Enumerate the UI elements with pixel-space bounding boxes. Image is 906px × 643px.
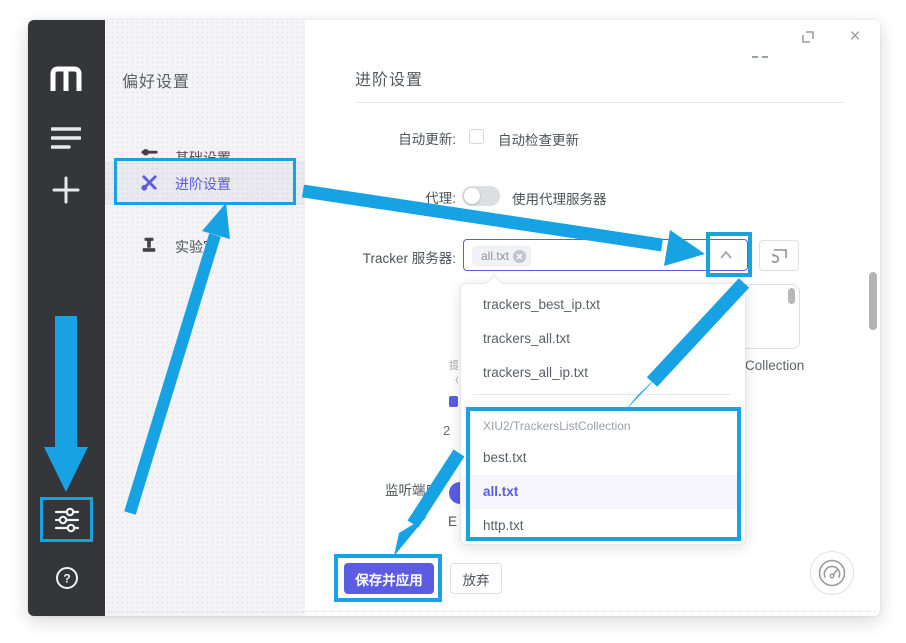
text-fragment-e: E — [448, 514, 457, 529]
settings-sliders-icon[interactable] — [54, 507, 80, 533]
text-fragment: 〈 — [449, 372, 458, 388]
preferences-panel: 偏好设置 基础设置 进阶设置 — [105, 20, 305, 616]
refresh-list-icon — [769, 247, 789, 264]
help-icon[interactable]: ? — [55, 566, 79, 590]
tracker-server-label: Tracker 服务器: — [305, 247, 456, 267]
proxy-toggle[interactable] — [462, 186, 500, 206]
app-sidebar: ? — [28, 20, 105, 616]
dropdown-group-label: XIU2/TrackersListCollection — [483, 412, 631, 440]
listen-port-label: 监听端口 — [385, 479, 439, 499]
speedometer-icon — [818, 559, 846, 587]
text-fragment: 提 — [449, 357, 458, 373]
screenshot-canvas: × ? — [0, 0, 906, 643]
proxy-label: 代理: — [305, 187, 456, 207]
link-fragment — [449, 396, 458, 407]
auto-update-label: 自动更新: — [305, 128, 456, 148]
tag-remove-icon[interactable] — [513, 250, 526, 263]
add-task-icon[interactable] — [52, 176, 80, 204]
save-and-apply-button[interactable]: 保存并应用 — [344, 563, 434, 594]
update-trackers-button[interactable] — [759, 240, 799, 271]
dropdown-option[interactable]: http.txt — [462, 509, 744, 543]
sidebar-item-advanced-settings[interactable]: 进阶设置 — [105, 161, 305, 205]
textarea-scrollbar[interactable] — [788, 288, 795, 304]
auto-update-checkbox-label: 自动检查更新 — [498, 129, 579, 149]
sidebar-item-label: 实验室 — [175, 237, 217, 257]
speed-limit-button[interactable] — [810, 551, 854, 595]
title-divider — [355, 102, 845, 103]
chevron-up-icon[interactable] — [719, 250, 733, 260]
sidebar-item-lab[interactable]: 实验室 — [105, 228, 305, 264]
selected-tag: all.txt — [472, 246, 531, 266]
dropdown-option-selected[interactable]: all.txt — [462, 475, 744, 509]
dropdown-option[interactable]: trackers_all_ip.txt — [462, 356, 744, 390]
auto-update-checkbox[interactable] — [469, 129, 484, 144]
window-bottom-edge — [108, 611, 876, 612]
discard-button[interactable]: 放弃 — [450, 563, 502, 594]
proxy-toggle-label: 使用代理服务器 — [512, 188, 607, 208]
number-fragment: 2 — [443, 423, 450, 438]
page-scrollbar[interactable] — [869, 272, 877, 330]
dropdown-option[interactable]: trackers_all.txt — [462, 322, 744, 356]
advanced-settings-icon — [140, 173, 159, 192]
advanced-settings-page: 进阶设置 自动更新: 自动检查更新 代理: 使用代理服务器 Tracker 服务… — [305, 20, 880, 616]
task-list-icon[interactable] — [51, 125, 81, 151]
svg-text:?: ? — [63, 572, 70, 586]
sidebar-item-label: 进阶设置 — [175, 174, 231, 194]
collection-text-fragment: Collection — [745, 358, 804, 373]
preferences-title: 偏好设置 — [122, 68, 190, 92]
tracker-dropdown: trackers_best_ip.txt trackers_all.txt tr… — [460, 283, 746, 545]
toggle-knob — [464, 188, 480, 204]
dropdown-divider — [473, 394, 731, 395]
page-title: 进阶设置 — [355, 66, 423, 90]
dropdown-option[interactable]: best.txt — [462, 441, 744, 475]
app-window: × ? — [28, 20, 880, 616]
tag-label: all.txt — [481, 249, 509, 263]
motrix-logo-icon — [47, 58, 85, 98]
lab-stamp-icon — [140, 236, 158, 254]
tracker-select-input[interactable]: all.txt — [463, 239, 748, 271]
dropdown-option[interactable]: trackers_best_ip.txt — [462, 288, 744, 322]
